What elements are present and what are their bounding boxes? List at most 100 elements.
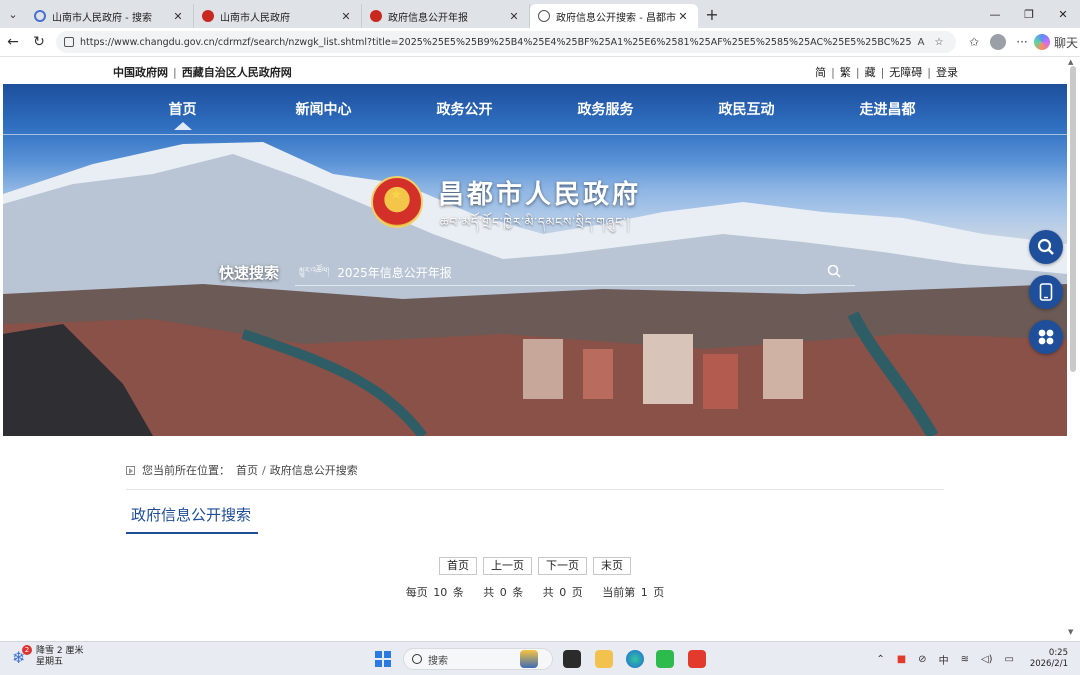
browser-tab[interactable]: 山南市人民政府 ✕ xyxy=(194,4,362,28)
link-xizang-gov[interactable]: 西藏自治区人民政府网 xyxy=(182,66,292,79)
taskbar-search-placeholder: 搜索 xyxy=(428,655,448,667)
per-page-count: 每页 10 条 xyxy=(405,586,464,599)
tab-title: 山南市人民政府 - 搜索 xyxy=(52,12,152,24)
search-highlight-icon[interactable] xyxy=(520,650,538,668)
file-explorer-icon[interactable] xyxy=(595,650,613,668)
search-icon xyxy=(34,10,46,22)
wifi-icon[interactable]: ≋ xyxy=(961,654,969,665)
browser-tab-active[interactable]: 政府信息公开搜索 - 昌都市人民政 ✕ xyxy=(530,4,698,28)
link-tibetan[interactable]: 藏 xyxy=(865,66,876,79)
link-gov-cn[interactable]: 中国政府网 xyxy=(113,66,168,79)
network-off-icon[interactable]: ⊘ xyxy=(918,654,926,665)
favorite-star-icon[interactable]: ☆ xyxy=(930,37,948,48)
toolbar-right: ✩ ··· 聊天 xyxy=(962,34,1078,51)
wechat-icon[interactable] xyxy=(656,650,674,668)
restore-icon[interactable]: ❐ xyxy=(1012,0,1046,28)
header-banner: 首页 新闻中心 政务公开 政务服务 政民互动 走进昌都 ★ 昌都市人民政府 ཆབ… xyxy=(3,84,1067,436)
link-accessibility[interactable]: 无障碍 xyxy=(889,66,922,79)
next-page-button[interactable]: 下一页 xyxy=(538,557,587,575)
float-mobile-button[interactable] xyxy=(1029,275,1063,309)
top-right-links: 简 | 繁 | 藏 | 无障碍 | 登录 xyxy=(815,66,958,79)
tab-title: 政府信息公开年报 xyxy=(388,12,468,24)
favorites-icon[interactable]: ✩ xyxy=(962,35,986,49)
link-simplified[interactable]: 简 xyxy=(815,66,826,79)
more-menu-icon[interactable]: ··· xyxy=(1010,35,1034,49)
tab-title: 政府信息公开搜索 - 昌都市人民政 xyxy=(556,12,676,24)
search-icon xyxy=(1037,238,1054,255)
nav-gov-affairs-open[interactable]: 政务公开 xyxy=(394,84,535,134)
windows-start-icon[interactable] xyxy=(375,651,391,667)
quick-search-input[interactable] xyxy=(337,265,718,280)
nav-home[interactable]: 首页 xyxy=(112,84,253,134)
tab-close-icon[interactable]: ✕ xyxy=(676,10,690,23)
nav-news-center[interactable]: 新闻中心 xyxy=(253,84,394,134)
first-page-button[interactable]: 首页 xyxy=(439,557,477,575)
national-emblem-icon: ★ xyxy=(371,176,423,228)
breadcrumb-prefix: 您当前所在位置： xyxy=(142,464,230,477)
weather-text: 降雪 2 厘米 星期五 xyxy=(36,646,83,668)
tab-close-icon[interactable]: ✕ xyxy=(339,10,353,23)
tab-title: 山南市人民政府 xyxy=(220,12,290,24)
back-icon[interactable]: ← xyxy=(0,29,26,55)
show-hidden-icons-icon[interactable]: ⌃ xyxy=(876,654,884,665)
tab-list-dropdown-icon[interactable]: ⌄ xyxy=(0,0,26,28)
nav-divider xyxy=(3,134,1067,135)
wps-tray-icon[interactable]: ■ xyxy=(897,654,906,665)
nav-gov-services[interactable]: 政务服务 xyxy=(535,84,676,134)
ime-indicator[interactable]: 中 xyxy=(939,652,949,667)
float-search-button[interactable] xyxy=(1029,230,1063,264)
weather-badge: 2 xyxy=(22,645,32,655)
copilot-icon[interactable] xyxy=(1034,34,1050,50)
last-page-button[interactable]: 末页 xyxy=(593,557,631,575)
clock-time: 0:25 xyxy=(1048,648,1068,658)
new-tab-button[interactable]: + xyxy=(698,0,726,28)
tab-close-icon[interactable]: ✕ xyxy=(507,10,521,23)
main-nav: 首页 新闻中心 政务公开 政务服务 政民互动 走进昌都 xyxy=(3,84,1067,134)
volume-icon[interactable]: ◁) xyxy=(981,654,993,665)
refresh-icon[interactable]: ↻ xyxy=(26,29,52,55)
address-bar[interactable]: https://www.changdu.gov.cn/cdrmzf/search… xyxy=(56,31,956,53)
section-title: 政府信息公开搜索 xyxy=(131,506,252,524)
browser-tab[interactable]: 政府信息公开年报 ✕ xyxy=(362,4,530,28)
breadcrumb-current[interactable]: 政府信息公开搜索 xyxy=(270,462,358,478)
browser-tab-strip: ⌄ 山南市人民政府 - 搜索 ✕ 山南市人民政府 ✕ 政府信息公开年报 ✕ 政府… xyxy=(0,0,1080,28)
weather-condition: 降雪 2 厘米 xyxy=(36,646,84,656)
edge-browser-icon[interactable] xyxy=(626,650,644,668)
pagination: 首页 上一页 下一页 末页 xyxy=(0,557,1070,575)
site-top-bar: 中国政府网 | 西藏自治区人民政府网 简 | 繁 | 藏 | 无障碍 | 登录 xyxy=(0,58,1080,84)
tab-close-icon[interactable]: ✕ xyxy=(171,10,185,23)
profile-avatar-icon[interactable] xyxy=(990,34,1006,50)
clock-date: 2026/2/1 xyxy=(1029,659,1068,669)
read-aloud-icon[interactable]: A xyxy=(912,37,930,48)
wps-office-icon[interactable] xyxy=(688,650,706,668)
total-pages: 共 0 页 xyxy=(542,586,583,599)
float-apps-button[interactable] xyxy=(1029,320,1063,354)
snowflake-icon: ❄ 2 xyxy=(12,645,32,667)
breadcrumb-home[interactable]: 首页 xyxy=(236,462,258,478)
system-clock[interactable]: 0:25 2026/2/1 xyxy=(1030,648,1068,670)
page-scrollbar[interactable] xyxy=(1070,66,1076,372)
close-window-icon[interactable]: ✕ xyxy=(1046,0,1080,28)
globe-icon xyxy=(538,10,550,22)
weather-widget[interactable]: ❄ 2 降雪 2 厘米 星期五 xyxy=(12,645,83,668)
nav-interaction[interactable]: 政民互动 xyxy=(676,84,817,134)
battery-icon[interactable]: ▭ xyxy=(1005,654,1014,665)
chat-label[interactable]: 聊天 xyxy=(1054,34,1078,51)
task-view-icon[interactable] xyxy=(563,650,581,668)
search-icon[interactable] xyxy=(827,264,841,278)
lock-icon[interactable] xyxy=(64,37,74,47)
window-controls: — ❐ ✕ xyxy=(978,0,1080,28)
scroll-down-arrow-icon[interactable]: ▼ xyxy=(1068,628,1073,636)
link-login[interactable]: 登录 xyxy=(936,66,958,79)
prev-page-button[interactable]: 上一页 xyxy=(483,557,532,575)
apps-grid-icon xyxy=(1038,329,1054,345)
minimize-icon[interactable]: — xyxy=(978,0,1012,28)
link-traditional[interactable]: 繁 xyxy=(840,66,851,79)
browser-toolbar: ← ↻ https://www.changdu.gov.cn/cdrmzf/se… xyxy=(0,28,1080,57)
quick-search-label: 快速搜索 xyxy=(219,264,280,282)
nav-about-changdu[interactable]: 走进昌都 xyxy=(817,84,958,134)
browser-tab[interactable]: 山南市人民政府 - 搜索 ✕ xyxy=(26,4,194,28)
scroll-up-arrow-icon[interactable]: ▲ xyxy=(1068,58,1073,66)
emblem-icon xyxy=(202,10,214,22)
location-icon xyxy=(126,465,135,475)
